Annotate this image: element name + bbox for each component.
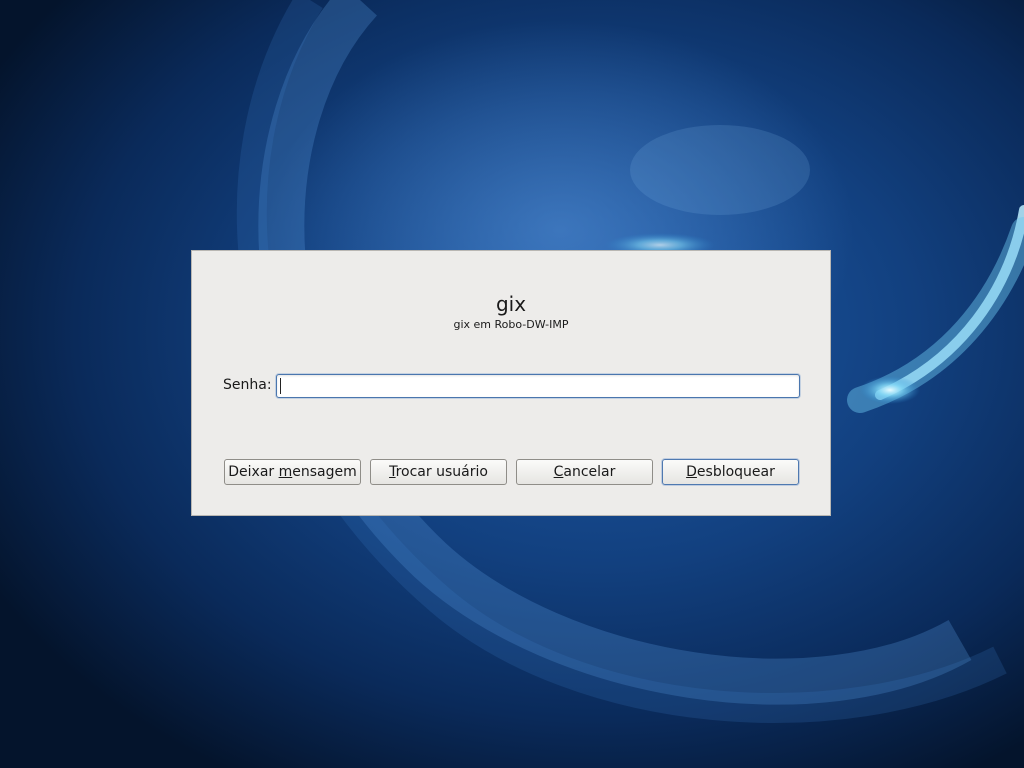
switch-user-button[interactable]: Trocar usuário xyxy=(370,459,507,485)
text-caret xyxy=(280,378,281,394)
password-input[interactable] xyxy=(276,374,800,398)
leave-message-mnemonic: m xyxy=(278,464,293,480)
screen-lock-dialog: gix gix em Robo-DW-IMP Senha: Deixar men… xyxy=(191,250,831,516)
cancel-button[interactable]: Cancelar xyxy=(516,459,653,485)
leave-message-label-start: Deixar xyxy=(228,464,279,480)
user-name-title: gix xyxy=(495,292,527,316)
unlock-button[interactable]: Desbloquear xyxy=(662,459,799,485)
unlock-mnemonic: D xyxy=(686,464,697,480)
unlock-label-end: esbloquear xyxy=(696,464,775,480)
cancel-mnemonic: C xyxy=(553,464,564,480)
leave-message-button[interactable]: Deixar mensagem xyxy=(224,459,361,485)
cancel-label-end: ancelar xyxy=(563,464,616,480)
password-label: Senha: xyxy=(223,377,272,393)
user-host-subtitle: gix em Robo-DW-IMP xyxy=(453,318,569,331)
leave-message-label-end: ensagem xyxy=(292,464,357,480)
switch-user-label-end: rocar usuário xyxy=(395,464,488,480)
